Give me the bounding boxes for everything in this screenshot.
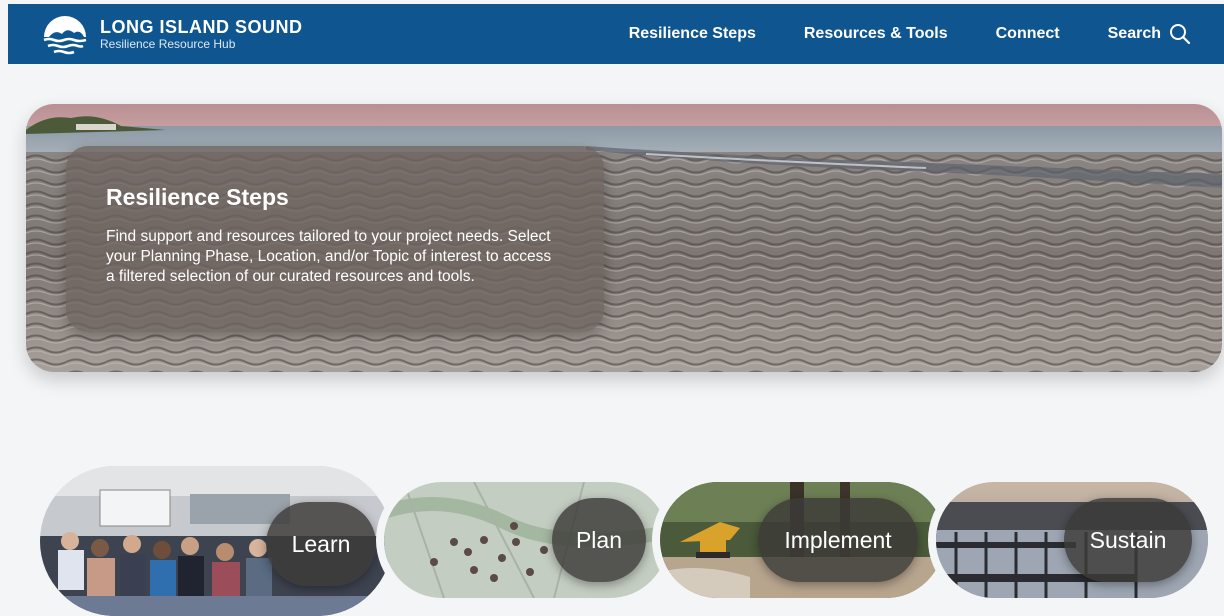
phase-tile-learn[interactable]: Learn xyxy=(40,466,392,616)
hero-banner[interactable]: Resilience Steps Find support and resour… xyxy=(26,104,1222,372)
phase-tiles: Learn Plan Implement Sustain xyxy=(0,464,1224,616)
phase-label-implement: Implement xyxy=(758,498,918,582)
phase-tile-implement[interactable]: Implement xyxy=(660,482,944,598)
site-logo[interactable]: LONG ISLAND SOUND Resilience Resource Hu… xyxy=(40,9,303,59)
main-nav: Resilience Steps Resources & Tools Conne… xyxy=(629,4,1191,64)
hero-description: Find support and resources tailored to y… xyxy=(106,228,552,285)
brand-subtitle: Resilience Resource Hub xyxy=(100,37,236,51)
nav-search[interactable]: Search xyxy=(1108,23,1191,45)
hero-info-card: Resilience Steps Find support and resour… xyxy=(66,146,604,332)
search-icon xyxy=(1170,24,1191,45)
brand-title: LONG ISLAND SOUND xyxy=(100,17,303,37)
nav-resilience-steps[interactable]: Resilience Steps xyxy=(629,25,756,43)
search-label: Search xyxy=(1107,25,1161,42)
site-header: LONG ISLAND SOUND Resilience Resource Hu… xyxy=(8,4,1224,64)
phase-tile-sustain[interactable]: Sustain xyxy=(936,482,1208,598)
nav-connect[interactable]: Connect xyxy=(996,25,1060,43)
hero-title: Resilience Steps xyxy=(106,184,289,210)
phase-label-sustain: Sustain xyxy=(1064,498,1192,582)
phase-label-plan: Plan xyxy=(552,498,646,582)
phase-label-learn: Learn xyxy=(266,502,376,586)
wave-logo-icon xyxy=(43,16,87,55)
phase-tile-plan[interactable]: Plan xyxy=(384,482,668,598)
nav-resources-tools[interactable]: Resources & Tools xyxy=(804,25,948,43)
